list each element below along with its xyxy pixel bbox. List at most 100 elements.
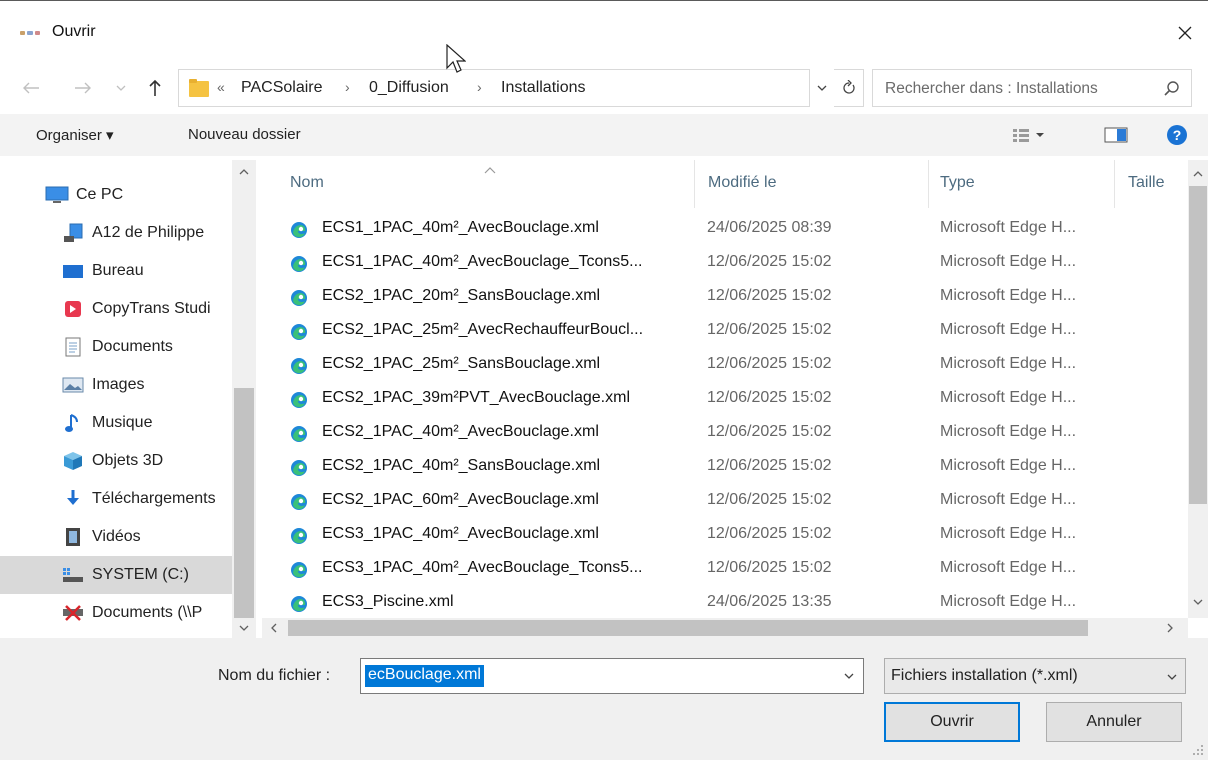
file-type: Microsoft Edge H... [940,491,1077,508]
breadcrumb-separator[interactable]: › [477,79,482,95]
file-list-vertical-scrollbar[interactable] [1188,160,1208,618]
sidebar-item-documents[interactable]: Documents [0,328,232,366]
file-row[interactable]: ECS2_1PAC_25m²_AvecRechauffeurBoucl... 12… [286,314,1166,348]
file-type: Microsoft Edge H... [940,593,1077,610]
file-row[interactable]: ECS1_1PAC_40m²_AvecBouclage.xml 24/06/202… [286,212,1166,246]
breadcrumb-item-pacsolaire[interactable]: PACSolaire [241,79,323,97]
refresh-button[interactable] [834,69,864,107]
organize-button[interactable]: Organiser ▾ [36,126,114,144]
file-row[interactable]: ECS2_1PAC_39m²PVT_AvecBouclage.xml 12/06/… [286,382,1166,416]
edge-file-icon [291,426,307,442]
filename-value[interactable]: ecBouclage.xml [365,665,484,687]
filename-input[interactable]: ecBouclage.xml [360,658,864,694]
view-options-icon [1013,129,1044,142]
sidebar-item-videos[interactable]: Vidéos [0,518,232,556]
breadcrumb-overflow[interactable]: « [217,79,225,95]
sidebar-item-telechargements[interactable]: Téléchargements [0,480,232,518]
file-type: Microsoft Edge H... [940,525,1077,542]
up-button[interactable] [142,74,168,102]
sidebar-item-copytrans[interactable]: CopyTrans Studi [0,290,232,328]
view-options-button[interactable] [1012,128,1046,142]
back-button[interactable] [18,74,44,102]
sidebar-item-label: Vidéos [92,528,141,545]
cancel-button[interactable]: Annuler [1046,702,1182,742]
column-divider[interactable] [928,160,929,208]
new-folder-button[interactable]: Nouveau dossier [188,126,301,143]
edge-file-icon [291,256,307,272]
objects3d-icon [60,451,86,471]
column-header-type[interactable]: Type [940,174,975,192]
column-divider[interactable] [694,160,695,208]
sidebar-item-images[interactable]: Images [0,366,232,404]
file-type: Microsoft Edge H... [940,253,1077,270]
scroll-down-icon[interactable] [1193,598,1203,606]
scroll-up-icon[interactable] [239,168,249,176]
file-name: ECS1_1PAC_40m²_AvecBouclage_Tcons5... [322,253,643,270]
column-header-size[interactable]: Taille [1128,174,1164,192]
file-row[interactable]: ECS3_1PAC_40m²_AvecBouclage_Tcons5... 12/… [286,552,1166,586]
file-type: Microsoft Edge H... [940,423,1077,440]
scroll-down-icon[interactable] [239,624,249,632]
sidebar-item-objets-3d[interactable]: Objets 3D [0,442,232,480]
address-dropdown-button[interactable] [810,69,834,107]
file-row[interactable]: ECS3_Piscine.xml 24/06/2025 13:35 Microsof… [286,586,1166,620]
edge-file-icon [291,392,307,408]
file-type-select[interactable]: Fichiers installation (*.xml) [884,658,1186,694]
file-row[interactable]: ECS3_1PAC_40m²_AvecBouclage.xml 12/06/202… [286,518,1166,552]
sidebar-item-a12-de-philippe[interactable]: A12 de Philippe [0,214,232,252]
search-box[interactable]: Rechercher dans : Installations [872,69,1192,107]
file-row[interactable]: ECS2_1PAC_40m²_SansBouclage.xml 12/06/202… [286,450,1166,484]
file-modified: 12/06/2025 15:02 [707,321,832,338]
recent-locations-button[interactable] [112,74,130,102]
file-row[interactable]: ECS2_1PAC_60m²_AvecBouclage.xml 12/06/202… [286,484,1166,518]
forward-button[interactable] [70,74,96,102]
file-modified: 12/06/2025 15:02 [707,525,832,542]
help-icon: ? [1167,125,1187,145]
file-type: Microsoft Edge H... [940,355,1077,372]
breadcrumb-separator[interactable]: › [345,79,350,95]
file-name: ECS3_Piscine.xml [322,593,454,610]
file-modified: 12/06/2025 15:02 [707,423,832,440]
drive-icon [60,565,86,585]
arrow-left-icon [23,82,39,94]
close-button[interactable] [1162,13,1208,53]
file-modified: 24/06/2025 13:35 [707,593,832,610]
edge-file-icon [291,222,307,238]
preview-pane-icon [1104,127,1128,143]
svg-text:?: ? [1173,127,1182,143]
navigation-scrollbar[interactable] [232,160,256,638]
address-bar[interactable]: « PACSolaire › 0_Diffusion › Installatio… [178,69,810,107]
file-row[interactable]: ECS2_1PAC_25m²_SansBouclage.xml 12/06/202… [286,348,1166,382]
file-name: ECS2_1PAC_60m²_AvecBouclage.xml [322,491,599,508]
sidebar-item-musique[interactable]: Musique [0,404,232,442]
resize-grip-icon[interactable] [1192,744,1204,756]
file-list-horizontal-scrollbar[interactable] [262,618,1188,638]
file-type: Microsoft Edge H... [940,219,1077,236]
device-icon [60,223,86,243]
file-type: Microsoft Edge H... [940,321,1077,338]
file-row[interactable]: ECS1_1PAC_40m²_AvecBouclage_Tcons5... 12/… [286,246,1166,280]
sidebar-item-documents-network[interactable]: Documents (\\P [0,594,232,632]
filename-dropdown-button[interactable] [841,668,857,684]
column-divider[interactable] [1114,160,1115,208]
preview-pane-button[interactable] [1104,127,1128,143]
scroll-right-icon[interactable] [1166,623,1174,633]
file-row[interactable]: ECS2_1PAC_40m²_AvecBouclage.xml 12/06/202… [286,416,1166,450]
sidebar-item-ce-pc[interactable]: Ce PC [0,176,232,214]
sidebar-item-label: Objets 3D [92,452,164,469]
scrollbar-thumb[interactable] [234,388,254,618]
column-header-name[interactable]: Nom [290,174,324,192]
scroll-up-icon[interactable] [1193,170,1203,178]
file-row[interactable]: ECS2_1PAC_20m²_SansBouclage.xml 12/06/202… [286,280,1166,314]
sidebar-item-system-c[interactable]: SYSTEM (C:) [0,556,232,594]
file-modified: 12/06/2025 15:02 [707,457,832,474]
help-button[interactable]: ? [1166,124,1188,146]
breadcrumb-item-diffusion[interactable]: 0_Diffusion [369,79,449,97]
scrollbar-thumb[interactable] [1189,186,1207,504]
scrollbar-thumb[interactable] [288,620,1088,636]
open-button[interactable]: Ouvrir [884,702,1020,742]
breadcrumb-item-installations[interactable]: Installations [501,79,586,97]
scroll-left-icon[interactable] [270,623,278,633]
sidebar-item-bureau[interactable]: Bureau [0,252,232,290]
column-header-modified[interactable]: Modifié le [708,174,776,192]
